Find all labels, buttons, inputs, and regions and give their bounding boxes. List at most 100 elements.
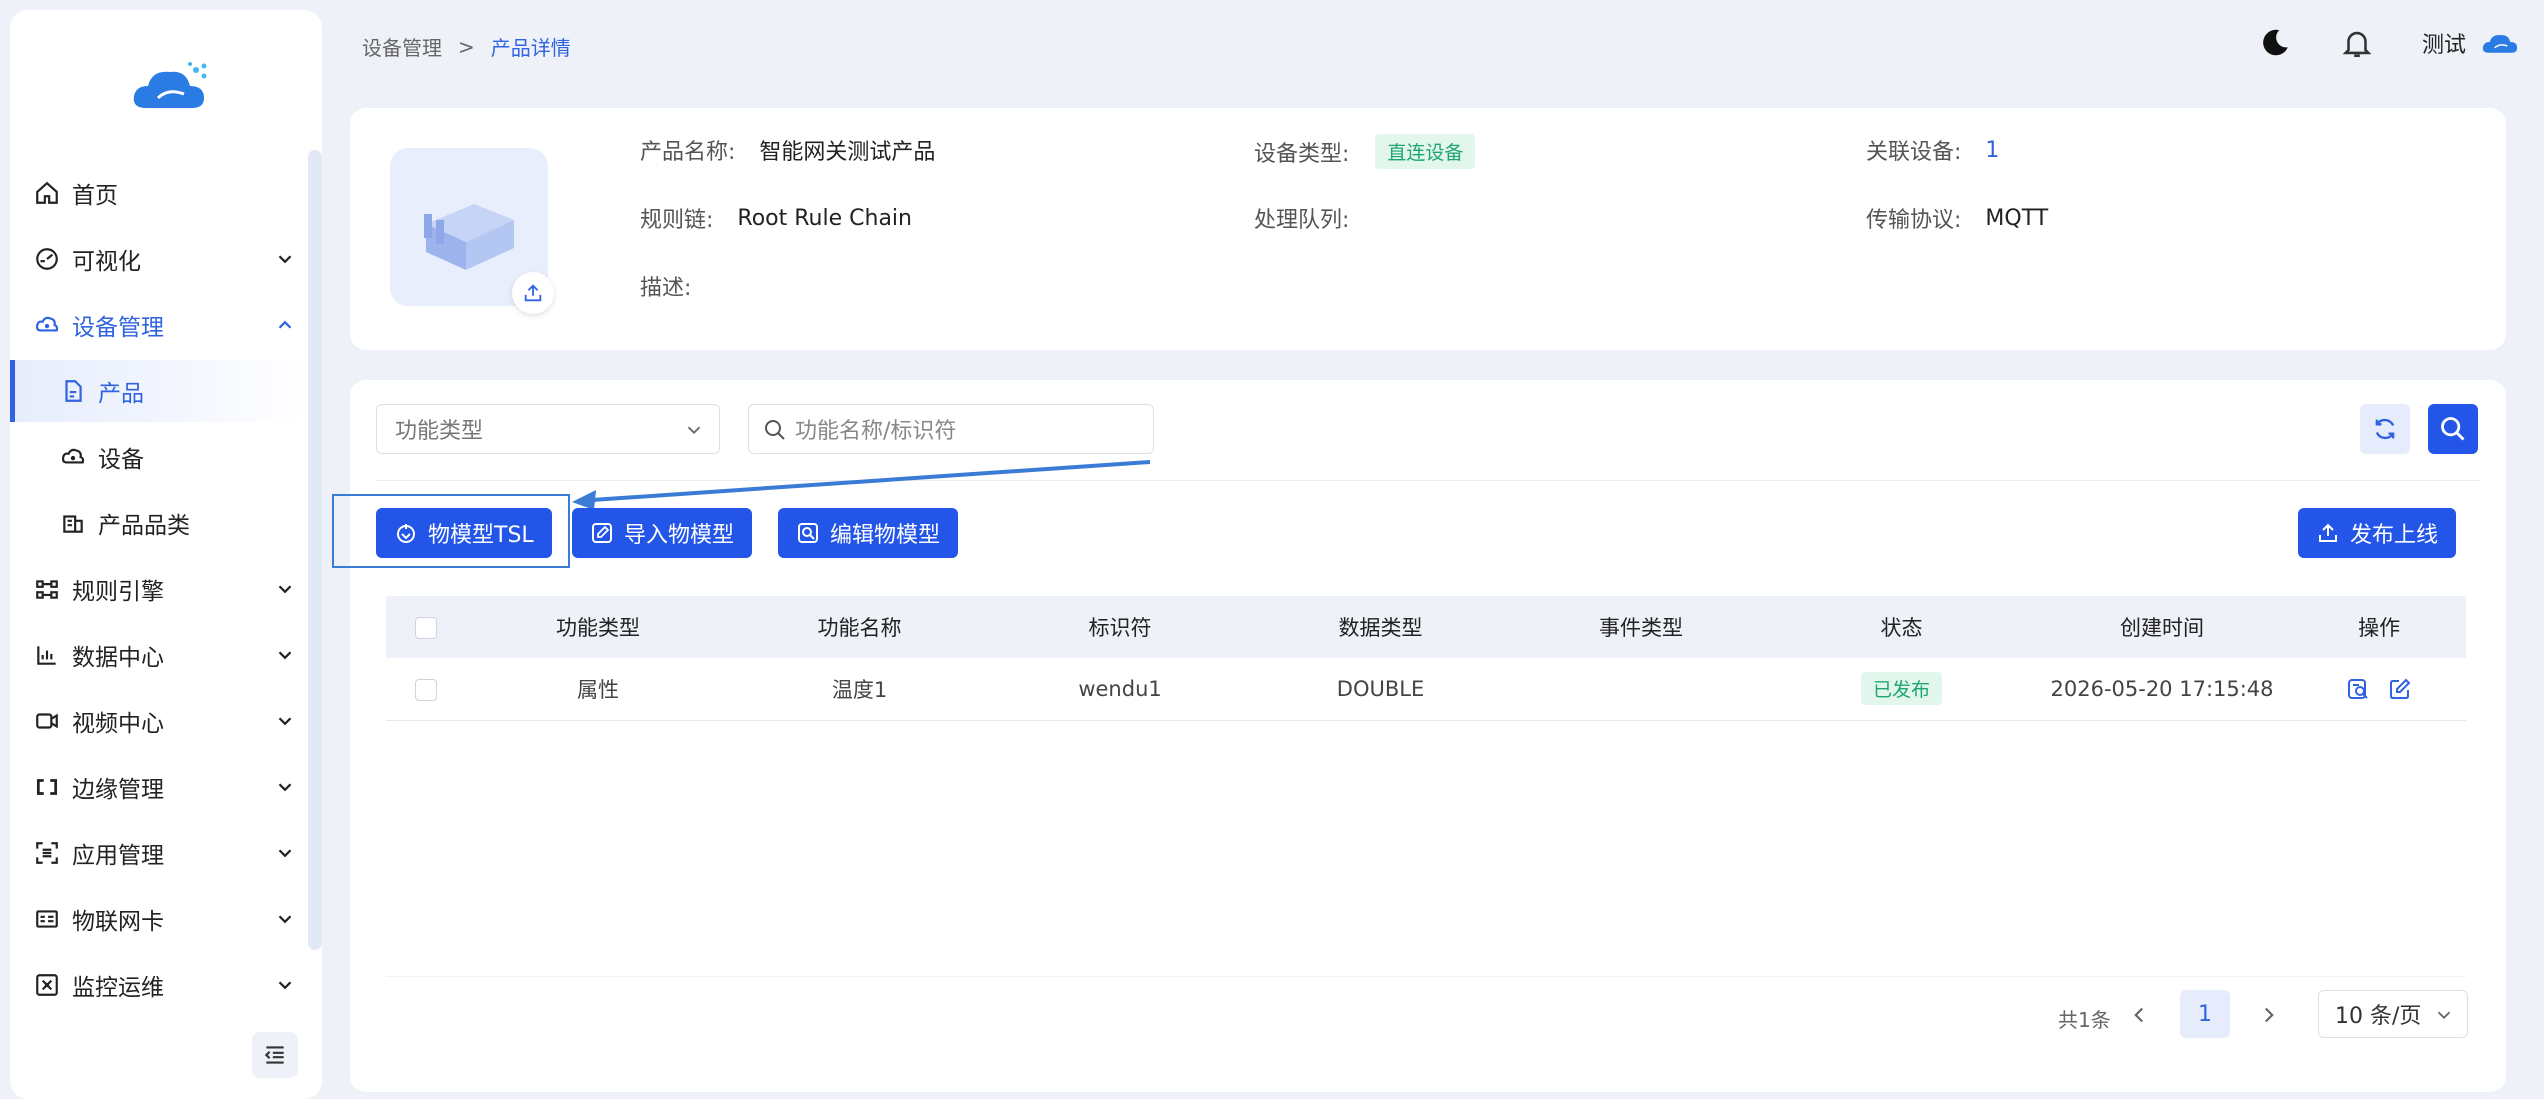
publish-button[interactable]: 发布上线 (2298, 508, 2457, 558)
linked-devices-value[interactable]: 1 (1985, 138, 1999, 163)
monitor-icon (36, 974, 58, 996)
function-type-select[interactable]: 功能类型 (376, 404, 720, 454)
cell-created-time: 2026-05-20 17:15:48 (2031, 658, 2293, 721)
column-header: 标识符 (989, 596, 1251, 658)
sidebar-item-rule-engine[interactable]: 规则引擎 (10, 558, 306, 620)
sidebar-item-label: 产品品类 (98, 513, 190, 539)
sidebar-item-label: 边缘管理 (72, 777, 164, 803)
chevron-down-icon (278, 915, 292, 924)
upload-icon (524, 284, 542, 302)
bell-icon[interactable] (2340, 26, 2374, 60)
page-number-button[interactable]: 1 (2180, 990, 2230, 1038)
table-row: 属性 温度1 wendu1 DOUBLE 已发布 2026-05-20 17:1… (386, 658, 2466, 721)
thing-model-tsl-button[interactable]: 物模型TSL (376, 508, 552, 558)
device-type-field: 设备类型: 直连设备 (1254, 134, 1476, 169)
table-bottom-divider (386, 976, 2466, 977)
user-name[interactable]: 测试 (2422, 27, 2466, 59)
sidebar-item-iot-card[interactable]: 物联网卡 (10, 888, 306, 950)
tsl-label: 物模型TSL (428, 523, 534, 548)
search-placeholder: 功能名称/标识符 (795, 419, 957, 444)
refresh-icon (2375, 418, 2395, 440)
import-thing-model-button[interactable]: 导入物模型 (572, 508, 753, 558)
sidebar-item-product[interactable]: 产品 (10, 360, 306, 422)
edit-icon[interactable] (2388, 677, 2412, 701)
chart-icon (37, 646, 56, 665)
chevron-down-icon (278, 849, 292, 858)
sidebar-item-visualization[interactable]: 可视化 (10, 228, 306, 290)
sidebar-item-edge-management[interactable]: 边缘管理 (10, 756, 306, 818)
page-size-select[interactable]: 10 条/页 (2318, 990, 2468, 1038)
logo (128, 58, 214, 118)
sidebar-item-monitor-ops[interactable]: 监控运维 (10, 954, 306, 1016)
sim-card-icon (36, 910, 58, 928)
edit-thing-model-button[interactable]: 编辑物模型 (778, 508, 959, 558)
import-label: 导入物模型 (624, 523, 735, 548)
cell-identifier: wendu1 (989, 658, 1251, 721)
column-header: 操作 (2292, 596, 2466, 658)
sidebar-scrollbar[interactable] (308, 150, 322, 950)
upload-icon (2319, 523, 2337, 542)
sidebar-item-label: 监控运维 (72, 975, 164, 1001)
upload-image-button[interactable] (512, 272, 554, 314)
search-icon (765, 420, 785, 440)
app-icon (36, 842, 58, 864)
sidebar-item-data-center[interactable]: 数据中心 (10, 624, 306, 686)
device-icon (61, 448, 85, 464)
chevron-down-icon (2437, 1011, 2451, 1020)
header-actions: 测试 (2258, 26, 2522, 60)
protocol-value: MQTT (1985, 205, 2049, 231)
moon-icon[interactable] (2258, 26, 2292, 60)
cell-function-type: 属性 (466, 658, 730, 721)
cell-event-type (1510, 658, 1772, 721)
edge-icon (36, 779, 58, 795)
rule-chain-label: 规则链: (640, 208, 714, 233)
sidebar-item-label: 物联网卡 (72, 909, 164, 935)
search-button[interactable] (2428, 404, 2478, 454)
sidebar-item-product-category[interactable]: 产品品类 (10, 492, 306, 554)
category-icon (63, 515, 83, 533)
sidebar-item-home[interactable]: 首页 (10, 162, 306, 224)
sidebar-item-label: 首页 (72, 183, 118, 209)
sidebar-item-label: 视频中心 (72, 711, 164, 737)
search-input[interactable]: 功能名称/标识符 (748, 404, 1154, 454)
sidebar-item-label: 设备 (98, 447, 144, 473)
sidebar-item-label: 规则引擎 (72, 579, 164, 605)
breadcrumb-product-detail: 产品详情 (490, 36, 571, 60)
device-type-badge: 直连设备 (1375, 134, 1476, 169)
sidebar-item-device-management[interactable]: 设备管理 (10, 294, 306, 356)
row-select-cell (386, 658, 467, 721)
table-header-row: 功能类型 功能名称 标识符 数据类型 事件类型 状态 创建时间 操作 (386, 596, 2466, 658)
sidebar-item-label: 产品 (98, 381, 144, 407)
column-header: 事件类型 (1510, 596, 1772, 658)
video-icon (36, 713, 58, 729)
chevron-down-icon (278, 981, 292, 990)
chevron-right-icon[interactable] (2256, 1002, 2282, 1028)
select-all-checkbox[interactable] (415, 617, 438, 639)
chevron-left-icon[interactable] (2126, 1002, 2152, 1028)
row-checkbox[interactable] (415, 678, 438, 701)
sidebar-item-label: 应用管理 (72, 843, 164, 869)
breadcrumb-device-management[interactable]: 设备管理 (362, 32, 442, 61)
sidebar-item-label: 可视化 (72, 249, 141, 275)
document-icon (65, 380, 82, 402)
sidebar-item-app-management[interactable]: 应用管理 (10, 822, 306, 884)
chevron-down-icon (278, 255, 292, 264)
thing-model-table: 功能类型 功能名称 标识符 数据类型 事件类型 状态 创建时间 操作 属性 温度… (386, 596, 2466, 721)
avatar[interactable] (2480, 28, 2522, 58)
cell-function-name: 温度1 (729, 658, 990, 721)
breadcrumb: 设备管理 > 产品详情 (362, 32, 571, 61)
view-detail-icon[interactable] (2346, 677, 2370, 701)
collapse-sidebar-button[interactable] (252, 1032, 298, 1078)
collapse-icon (264, 1046, 284, 1064)
edit-label: 编辑物模型 (830, 523, 941, 548)
sidebar-item-video-center[interactable]: 视频中心 (10, 690, 306, 752)
refresh-button[interactable] (2360, 404, 2410, 454)
product-name-value: 智能网关测试产品 (759, 140, 936, 165)
queue-field: 处理队列: (1254, 202, 1373, 234)
publish-label: 发布上线 (2350, 523, 2439, 548)
sidebar-item-device[interactable]: 设备 (10, 426, 306, 488)
chevron-down-icon (687, 426, 701, 435)
chevron-down-icon (278, 651, 292, 660)
function-type-placeholder: 功能类型 (395, 419, 484, 444)
rule-chain-field: 规则链: Root Rule Chain (640, 202, 912, 234)
